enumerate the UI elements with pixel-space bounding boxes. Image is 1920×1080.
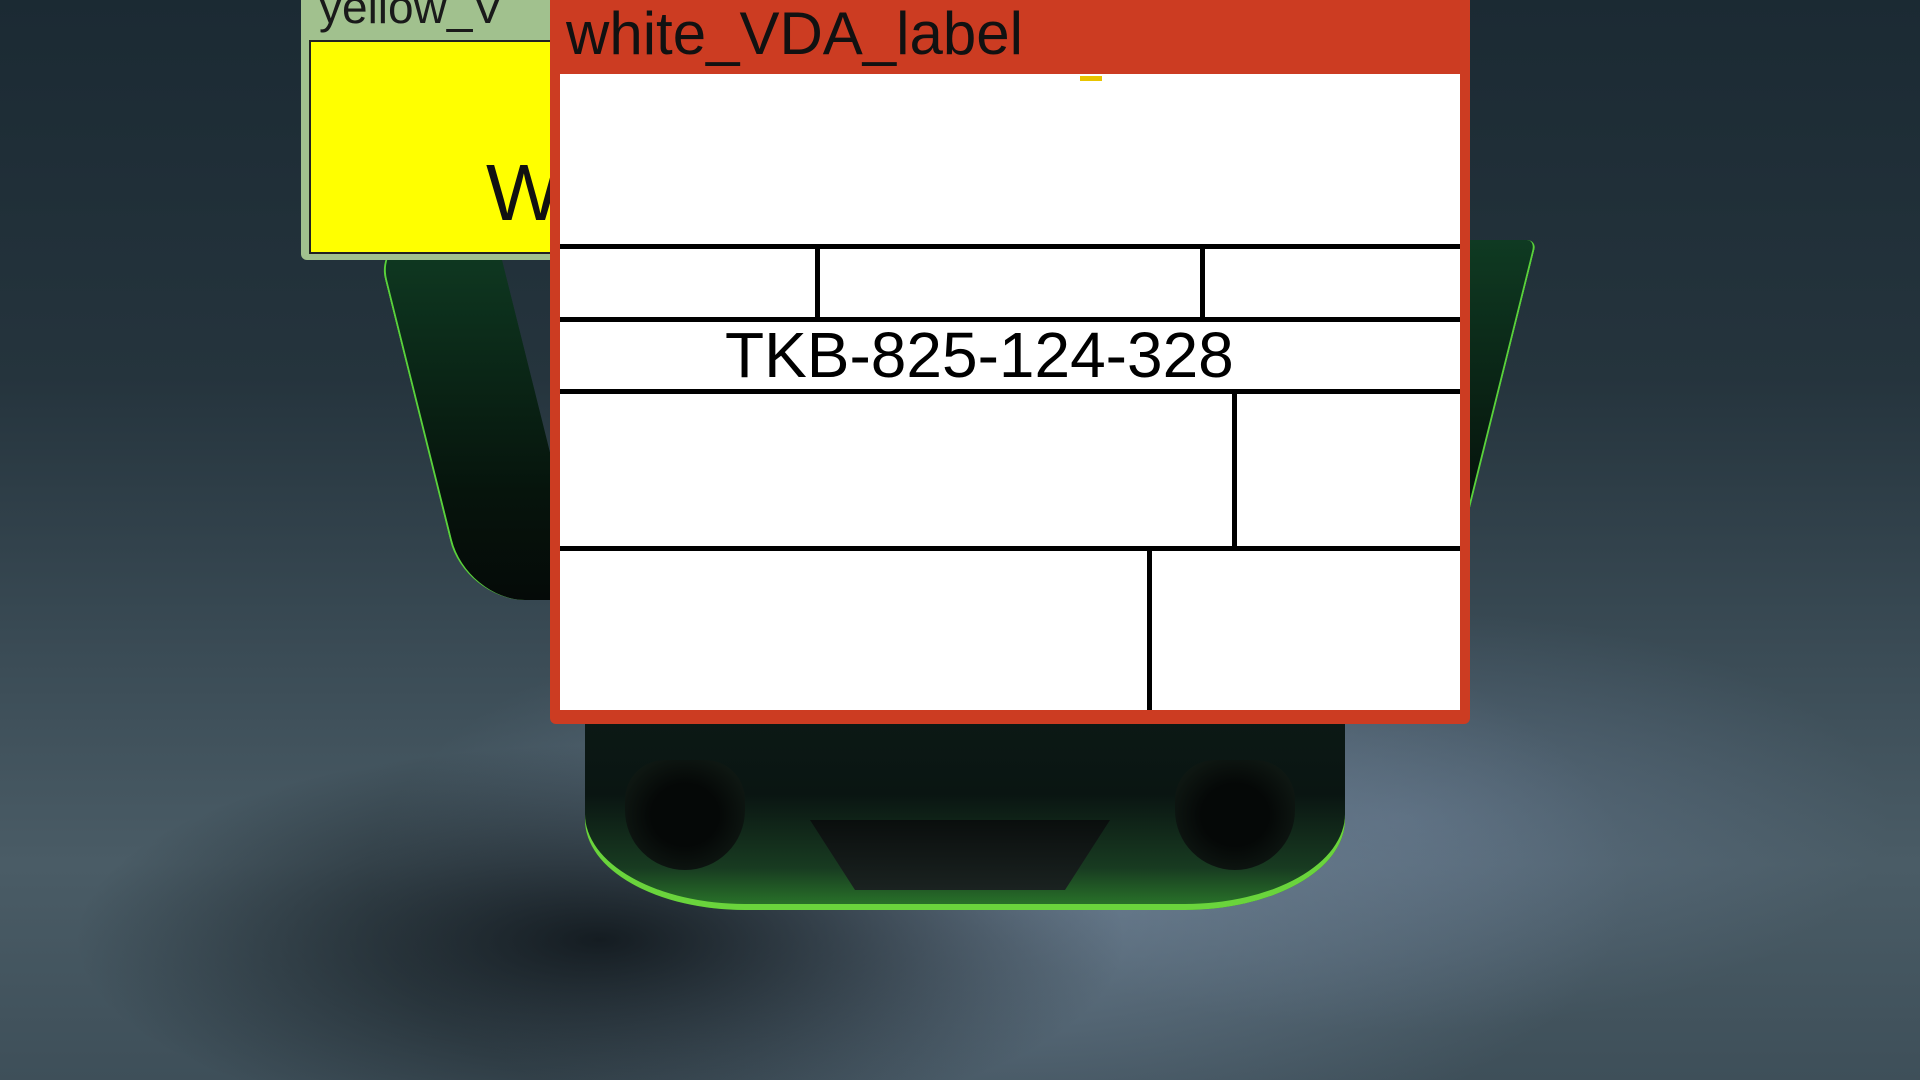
vda-row-4-cell-1 [560,394,1230,546]
vda-label-body: TKB-825-124-328 [560,74,1460,710]
vda-row-2-cell-2 [820,249,1200,317]
vda-row-5-cell-1 [560,551,1145,710]
vda-row-1-cell-1 [560,74,1460,244]
white-vda-label-window[interactable]: white_VDA_label TKB-825-124-328 [550,0,1470,724]
vda-label-number: TKB-825-124-328 [725,319,1234,391]
vda-row-2-cell-1 [560,249,810,317]
vda-row-4-cell-2 [1237,394,1460,546]
yellow-window-title: yellow_V [319,0,504,33]
car-grille [810,820,1110,890]
vda-row-2-cell-3 [1205,249,1460,317]
vda-row-5-cell-2 [1152,551,1460,710]
vda-window-title: white_VDA_label [566,0,1023,67]
